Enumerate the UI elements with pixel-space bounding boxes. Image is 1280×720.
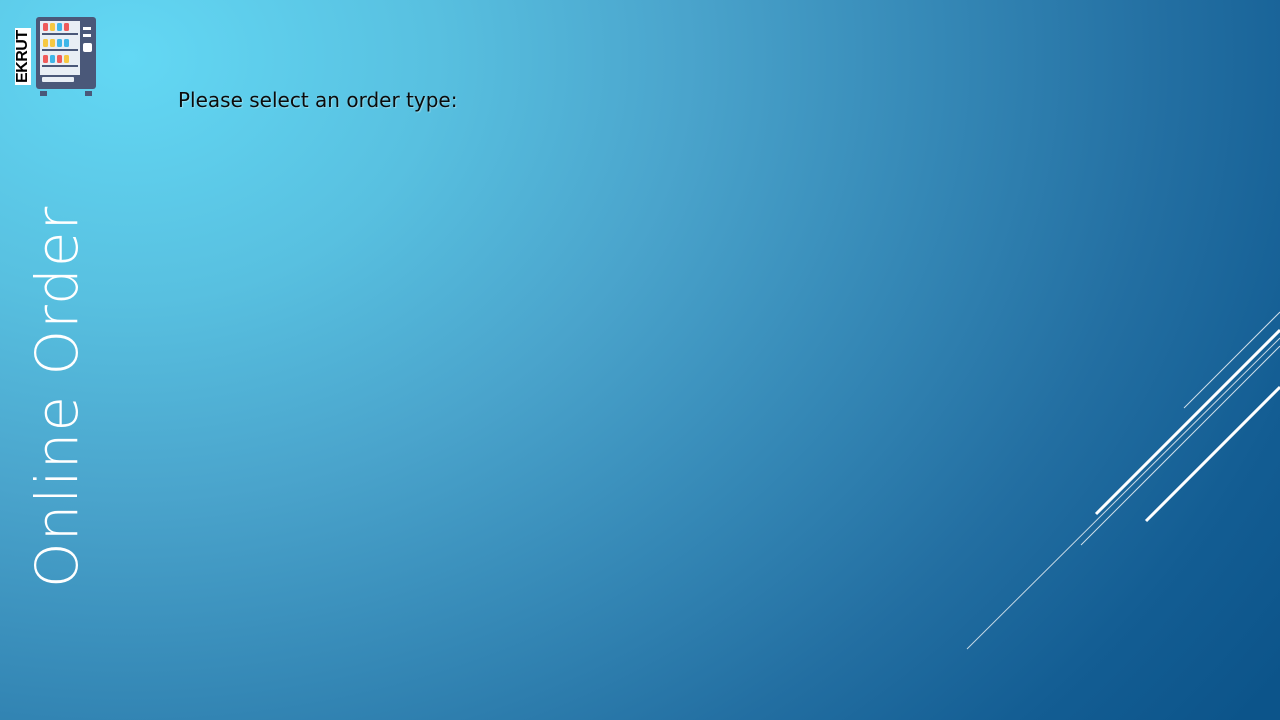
slide-screen: EKRUT Online Order Please select an orde… bbox=[0, 0, 1280, 720]
decorative-lines bbox=[966, 311, 1280, 650]
